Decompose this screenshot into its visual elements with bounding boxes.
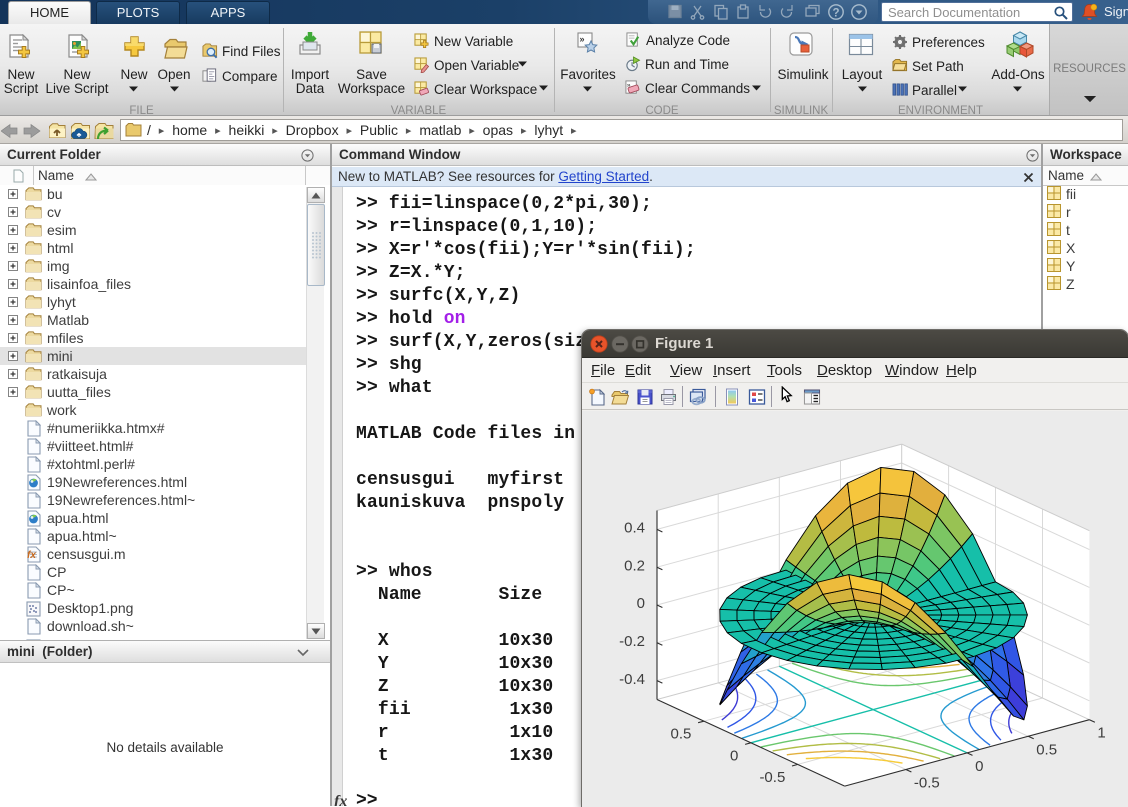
svg-text:0.5: 0.5: [1036, 741, 1057, 758]
svg-text:0.4: 0.4: [624, 520, 645, 537]
svg-text:0: 0: [975, 758, 983, 775]
svg-text:-0.2: -0.2: [619, 633, 645, 650]
svg-text:-0.4: -0.4: [619, 671, 645, 688]
svg-text:0.2: 0.2: [624, 557, 645, 574]
svg-text:fx: fx: [27, 550, 36, 561]
svg-text:-0.5: -0.5: [914, 775, 940, 792]
svg-text:0.5: 0.5: [671, 726, 692, 743]
svg-text:1: 1: [1097, 725, 1105, 742]
svg-text:»: »: [580, 34, 585, 44]
svg-text:0: 0: [730, 747, 738, 764]
svg-text:0: 0: [637, 595, 645, 612]
svg-text:-0.5: -0.5: [759, 769, 785, 786]
svg-text:?: ?: [832, 8, 839, 20]
